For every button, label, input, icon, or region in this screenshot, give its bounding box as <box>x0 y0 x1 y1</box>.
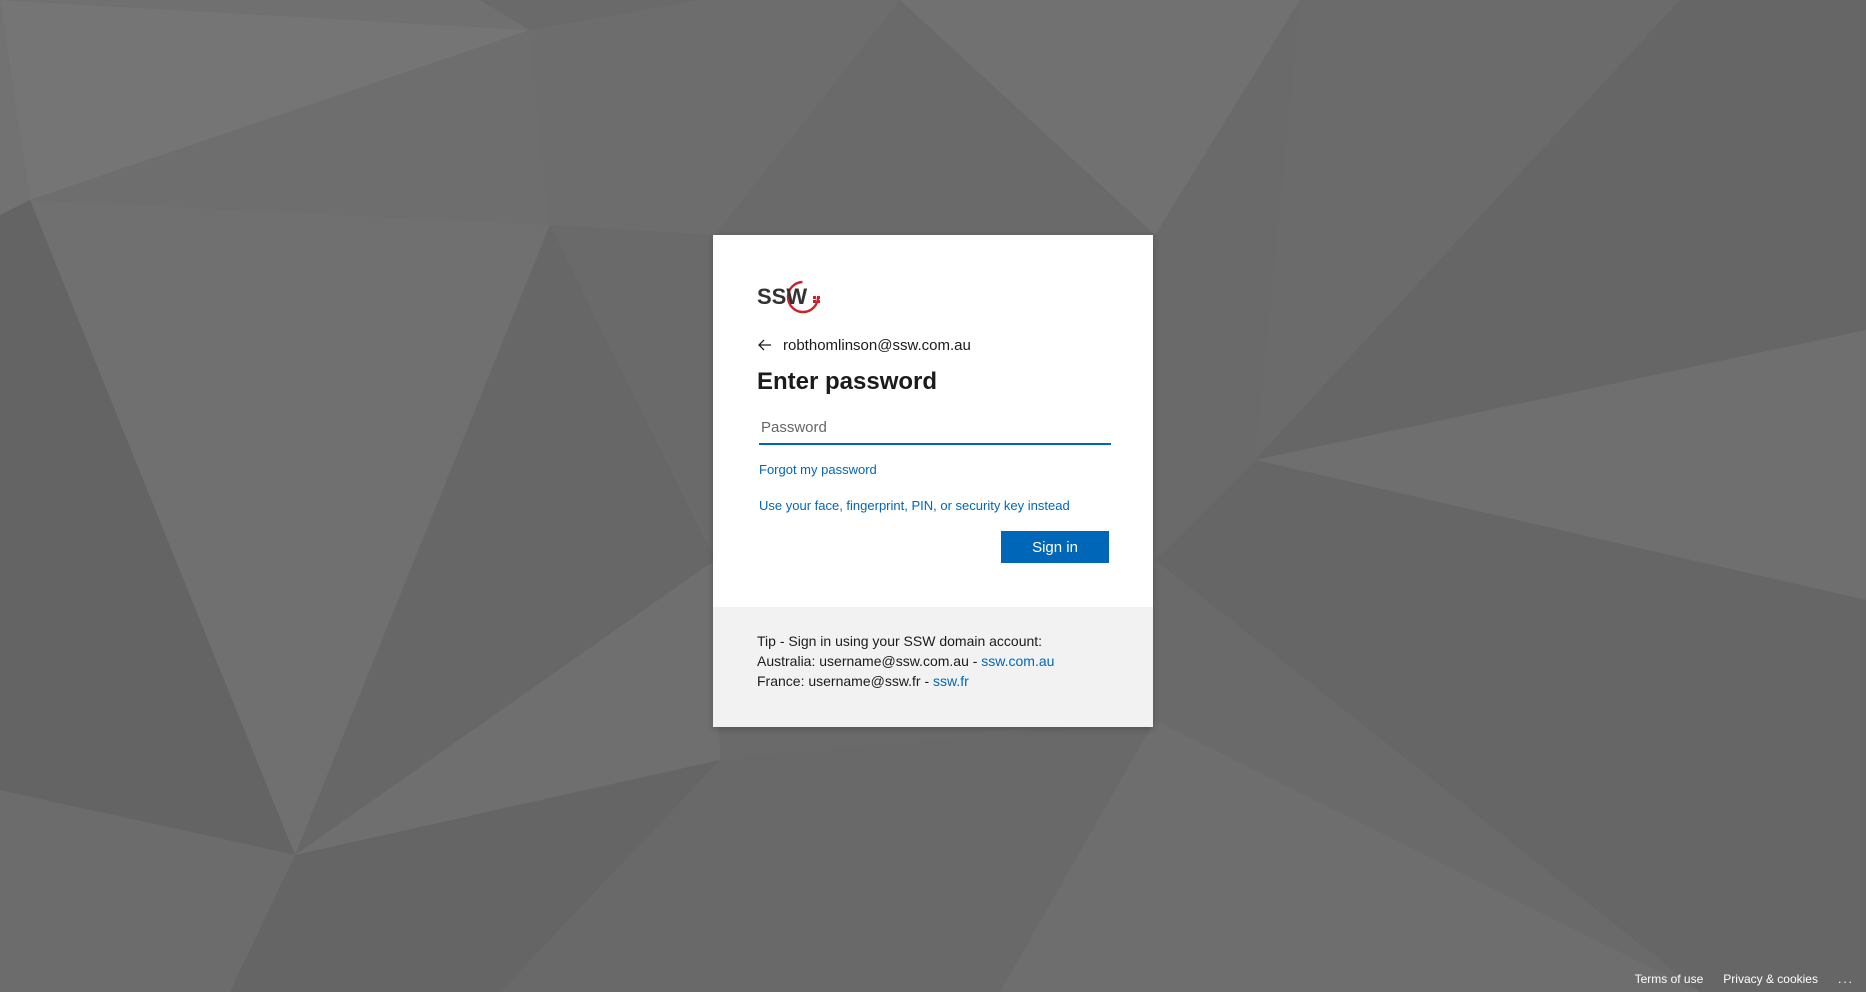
logo-text: SSW <box>757 284 807 309</box>
terms-of-use-link[interactable]: Terms of use <box>1635 972 1704 986</box>
back-arrow-icon[interactable] <box>757 337 773 353</box>
footer: Terms of use Privacy & cookies ... <box>1615 972 1854 986</box>
identity-email: robthomlinson@ssw.com.au <box>783 336 971 354</box>
tip-panel: Tip - Sign in using your SSW domain acco… <box>713 607 1153 727</box>
signin-card: SSW robthomlinson@ssw.com.au Enter passw… <box>713 235 1153 727</box>
ellipsis-icon[interactable]: ... <box>1838 972 1854 986</box>
tip-france-text: France: username@ssw.fr - <box>757 673 934 689</box>
tip-australia: Australia: username@ssw.com.au - ssw.com… <box>757 651 1054 671</box>
forgot-password-link[interactable]: Forgot my password <box>759 462 877 477</box>
privacy-cookies-link[interactable]: Privacy & cookies <box>1723 972 1818 986</box>
ssw-fr-link[interactable]: ssw.fr <box>933 673 969 689</box>
ssw-logo: SSW <box>757 280 820 314</box>
identity-banner: robthomlinson@ssw.com.au <box>757 333 971 357</box>
password-input[interactable] <box>759 411 1111 445</box>
page-title: Enter password <box>757 368 938 395</box>
tip-france: France: username@ssw.fr - ssw.fr <box>757 671 1054 691</box>
alternate-signin-link[interactable]: Use your face, fingerprint, PIN, or secu… <box>759 498 1070 513</box>
tip-australia-text: Australia: username@ssw.com.au - <box>757 653 982 669</box>
sign-in-button[interactable]: Sign in <box>1001 531 1109 563</box>
tip-heading: Tip - Sign in using your SSW domain acco… <box>757 633 1043 649</box>
tip-text: Tip - Sign in using your SSW domain acco… <box>757 631 1054 691</box>
ssw-au-link[interactable]: ssw.com.au <box>981 653 1054 669</box>
signin-form: SSW robthomlinson@ssw.com.au Enter passw… <box>713 235 1153 607</box>
